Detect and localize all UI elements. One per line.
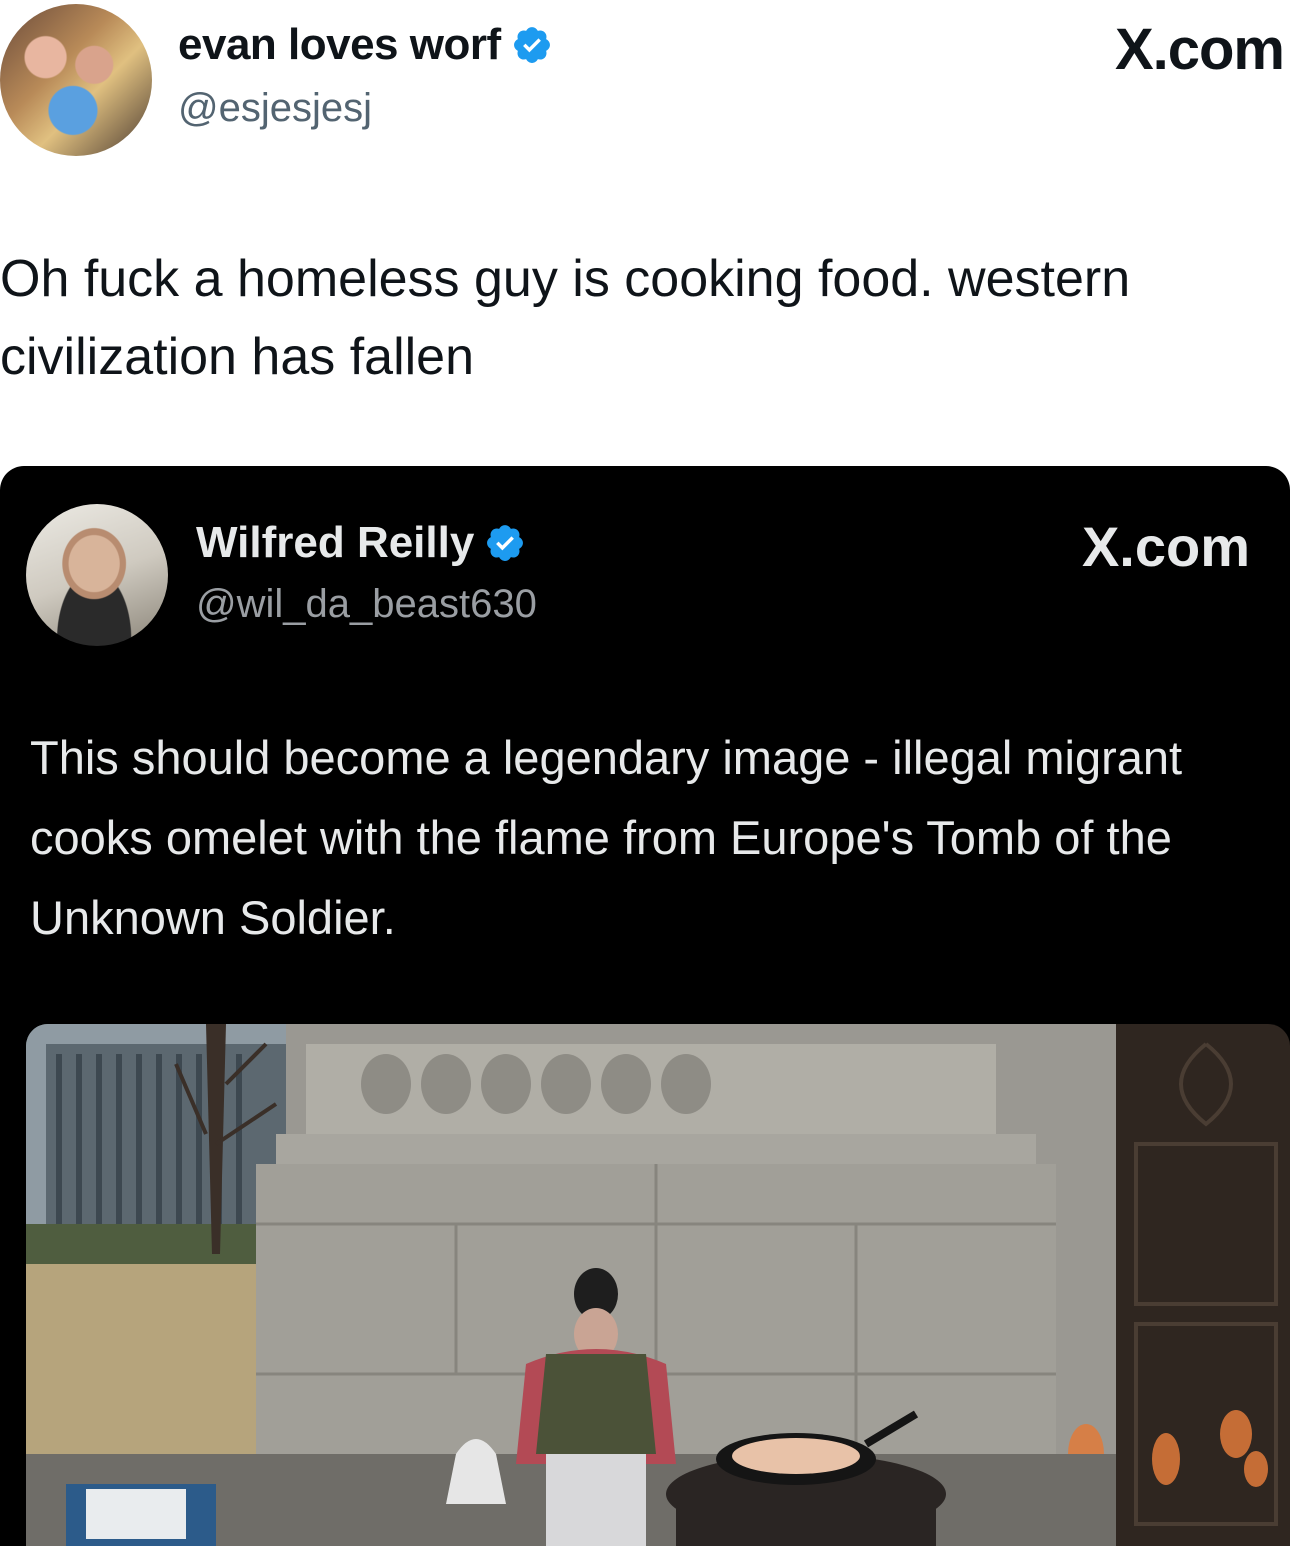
tweet-photo[interactable] [26,1024,1290,1546]
quoted-site-watermark: X.com [1081,515,1250,578]
author-name-row: evan loves worf [178,20,553,70]
tweet-text: Oh fuck a homeless guy is cooking food. … [0,250,1131,386]
avatar[interactable] [0,4,152,156]
verified-badge-icon [513,27,550,63]
quoted-tweet-card[interactable]: Wilfred Reilly @wil_da_beast630 X.com Th… [0,466,1290,1546]
quoted-tweet-text: This should become a legendary image - i… [30,731,1183,944]
quoted-avatar[interactable] [26,504,168,646]
outer-tweet-header: evan loves worf @esjesjesj X.com [0,0,1290,170]
site-watermark: X.com [1114,17,1285,82]
photo-illustration [26,1024,1290,1546]
quoted-author-name-row: Wilfred Reilly [196,518,526,568]
quoted-author-handle[interactable]: @wil_da_beast630 [196,582,537,627]
quoted-author-display-name[interactable]: Wilfred Reilly [196,518,474,568]
author-display-name[interactable]: evan loves worf [178,20,501,70]
author-handle[interactable]: @esjesjesj [178,86,372,131]
verified-badge-icon [487,525,524,561]
